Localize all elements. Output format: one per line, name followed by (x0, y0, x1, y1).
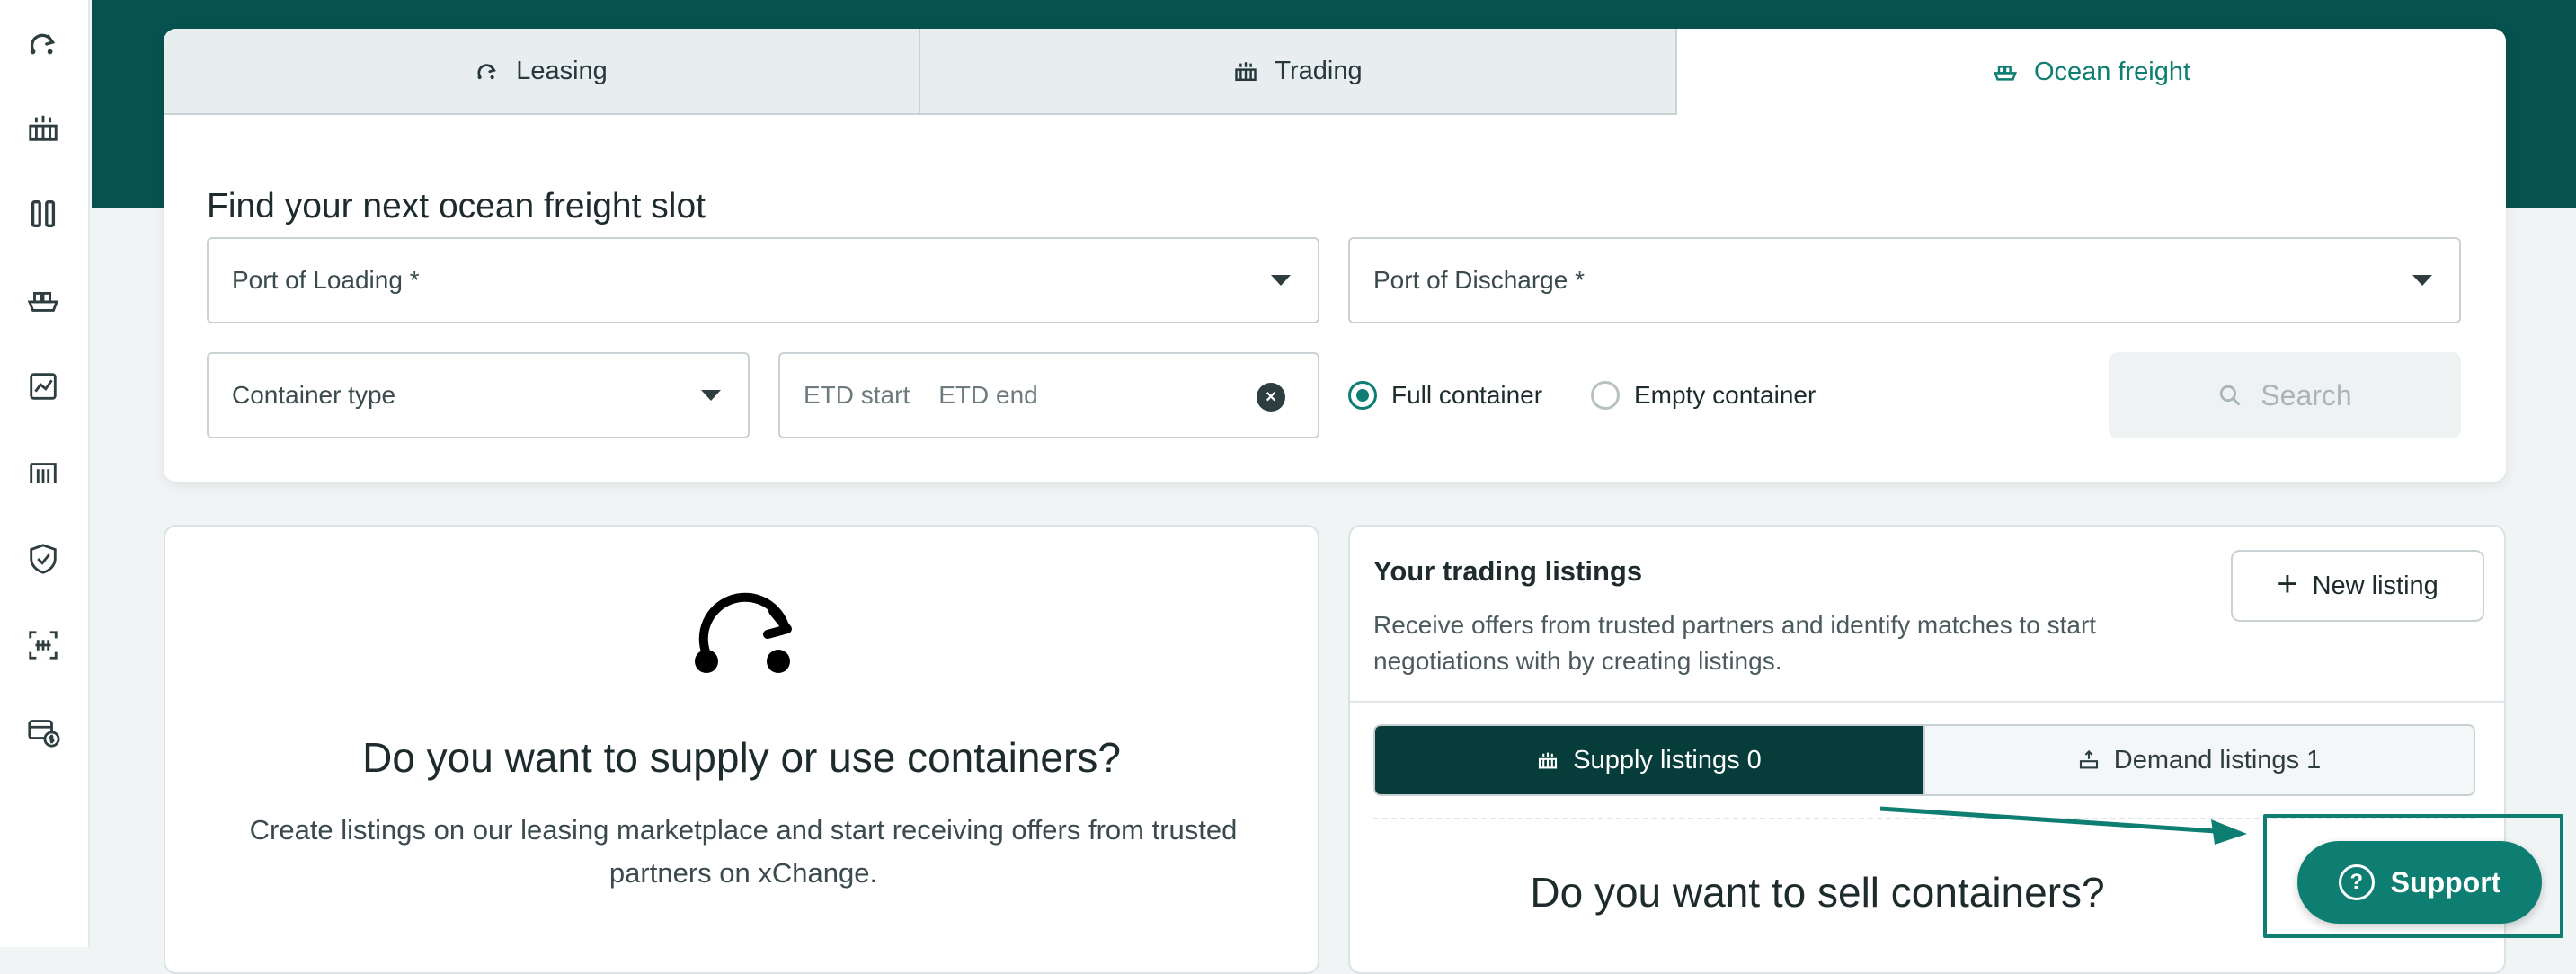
radio-selected-indicator (1348, 381, 1377, 410)
analytics-icon[interactable] (23, 367, 63, 406)
field-label: Port of Loading * (232, 266, 420, 294)
billing-icon[interactable] (23, 712, 63, 751)
scan-icon[interactable] (23, 625, 63, 665)
tab-label: Leasing (516, 56, 608, 85)
plus-icon: + (2277, 564, 2298, 604)
radio-indicator (1591, 381, 1620, 410)
tab-trading[interactable]: Trading (920, 29, 1677, 115)
port-of-loading-select[interactable]: Port of Loading * (207, 237, 1319, 323)
trading-icon (1539, 752, 1558, 769)
search-icon (2220, 385, 2241, 406)
listing-type-segmented-control: Supply listings 0 Demand listings 1 (1373, 724, 2475, 796)
segment-label: Demand listings 1 (2113, 745, 2322, 775)
freight-search-card: Leasing Trading Ocean freight Find your … (164, 29, 2506, 482)
search-button-label: Search (2261, 378, 2352, 412)
trading-icon[interactable] (23, 108, 63, 147)
tab-demand-listings[interactable]: Demand listings 1 (1923, 726, 2474, 794)
chevron-down-icon (701, 390, 721, 401)
ship-icon (1993, 66, 2017, 81)
leasing-icon (695, 592, 792, 673)
tab-supply-listings[interactable]: Supply listings 0 (1375, 726, 1923, 794)
radio-label: Full container (1391, 381, 1543, 409)
search-button[interactable]: Search (2109, 352, 2461, 438)
chevron-down-icon (1271, 275, 1291, 286)
chevron-down-icon (2412, 275, 2432, 286)
new-listing-label: New listing (2312, 571, 2438, 600)
divider (1350, 701, 2504, 703)
search-title: Find your next ocean freight slot (207, 187, 706, 226)
marketplace-tabs: Leasing Trading Ocean freight (164, 29, 2506, 115)
leasing-promo-heading: Do you want to supply or use containers? (362, 734, 1121, 781)
trading-listings-title: Your trading listings (1373, 555, 1643, 587)
etd-date-range[interactable]: ETD start ETD end × (778, 352, 1319, 438)
demand-icon (2079, 749, 2098, 769)
trading-listings-description: Receive offers from trusted partners and… (1373, 611, 2097, 675)
shield-check-icon[interactable] (23, 539, 63, 579)
etd-end-input[interactable]: ETD end (938, 381, 1038, 410)
clear-icon[interactable]: × (1257, 383, 1285, 412)
container-type-select[interactable]: Container type (207, 352, 750, 438)
leasing-icon[interactable] (23, 23, 63, 63)
depot-icon[interactable] (23, 453, 63, 492)
field-label: Container type (232, 381, 396, 409)
tab-leasing[interactable]: Leasing (164, 29, 920, 115)
sell-containers-heading: Do you want to sell containers? (1530, 869, 2105, 916)
support-label: Support (2390, 865, 2501, 899)
leasing-promo-panel: Do you want to supply or use containers?… (164, 525, 1319, 974)
sidebar (0, 0, 90, 947)
help-icon: ? (2338, 864, 2375, 900)
leasing-promo-text: Create listings on our leasing marketpla… (249, 814, 1238, 889)
radio-full-container[interactable]: Full container (1348, 381, 1542, 410)
etd-start-input[interactable]: ETD start (804, 381, 910, 410)
port-of-discharge-select[interactable]: Port of Discharge * (1348, 237, 2461, 323)
segment-label: Supply listings 0 (1573, 745, 1762, 775)
support-button[interactable]: ? Support (2297, 841, 2542, 924)
tab-label: Trading (1275, 56, 1363, 85)
radio-label: Empty container (1634, 381, 1817, 409)
new-listing-button[interactable]: + New listing (2231, 550, 2484, 622)
radio-empty-container[interactable]: Empty container (1591, 381, 1816, 410)
ship-icon[interactable] (23, 280, 63, 320)
leasing-icon (477, 64, 497, 80)
trading-icon (1235, 62, 1257, 82)
tab-label: Ocean freight (2033, 57, 2191, 86)
tab-ocean-freight[interactable]: Ocean freight (1677, 29, 2506, 115)
columns-icon[interactable] (23, 194, 63, 234)
field-label: Port of Discharge * (1373, 266, 1585, 294)
